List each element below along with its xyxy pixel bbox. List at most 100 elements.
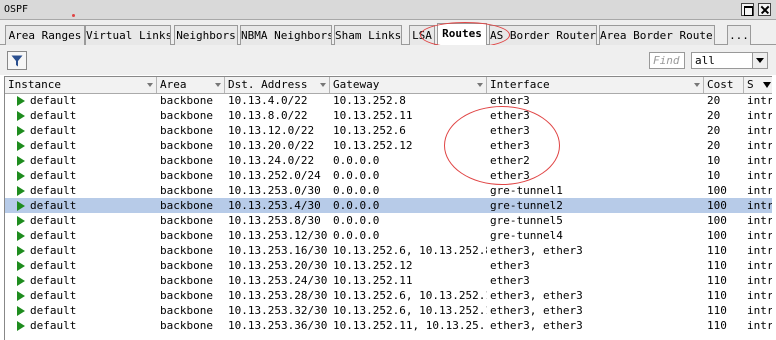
col-instance-cell: default — [30, 214, 77, 227]
col-cost-cell: 110 — [707, 289, 727, 302]
column-label: Interface — [490, 78, 550, 91]
column-label: Instance — [8, 78, 61, 91]
col-dst-address-cell: 10.13.252.0/24 — [228, 169, 321, 182]
col-interface-header[interactable]: Interface — [487, 77, 704, 93]
column-menu-icon[interactable] — [477, 83, 483, 87]
column-menu-icon[interactable] — [320, 83, 326, 87]
tab-sham-links[interactable]: Sham Links — [334, 25, 402, 45]
col-cost-cell: 20 — [707, 124, 721, 137]
status-play-icon — [17, 261, 25, 271]
table-row[interactable]: default backbone 10.13.253.24/30 10.13.252.… — [5, 273, 772, 288]
col-instance-cell: default — [30, 244, 77, 257]
table-row[interactable]: default backbone 10.13.12.0/22 10.13.252.6 e… — [5, 123, 772, 138]
status-play-icon — [17, 156, 25, 166]
tab-nbma-neighbors[interactable]: NBMA Neighbors — [240, 25, 332, 45]
filter-select[interactable]: all — [691, 52, 768, 69]
col-dst-address-cell: 10.13.20.0/22 — [228, 139, 315, 152]
column-menu-icon[interactable] — [215, 83, 221, 87]
col-cost-cell: 110 — [707, 304, 727, 317]
col-state-cell: intr — [747, 154, 772, 167]
col-area-cell: backbone — [160, 319, 213, 332]
col-state-cell: intr — [747, 124, 772, 137]
table-row[interactable]: default backbone 10.13.253.4/30 0.0.0.0 gre-… — [5, 198, 772, 213]
filter-select-value: all — [695, 54, 715, 67]
column-label: Gateway — [333, 78, 380, 91]
tab-neighbors[interactable]: Neighbors — [174, 25, 238, 45]
col-area-cell: backbone — [160, 139, 213, 152]
restore-button[interactable] — [741, 3, 754, 16]
col-instance-cell: default — [30, 139, 77, 152]
table-row[interactable]: default backbone 10.13.252.0/24 0.0.0.0 ethe… — [5, 168, 772, 183]
status-play-icon — [17, 141, 25, 151]
col-area-cell: backbone — [160, 304, 213, 317]
status-play-icon — [17, 291, 25, 301]
col-area-header[interactable]: Area — [157, 77, 225, 93]
col-dst-address-cell: 10.13.253.16/30 — [228, 244, 328, 257]
table-row[interactable]: default backbone 10.13.253.12/30 0.0.0.0 gre… — [5, 228, 772, 243]
col-cost-cell: 100 — [707, 199, 727, 212]
col-area-cell: backbone — [160, 244, 213, 257]
tab-virtual-links[interactable]: Virtual Links — [85, 25, 171, 45]
status-play-icon — [17, 171, 25, 181]
column-menu-icon[interactable] — [694, 83, 700, 87]
col-cost-cell: 100 — [707, 229, 727, 242]
col-dst-address-cell: 10.13.253.20/30 — [228, 259, 328, 272]
table-row[interactable]: default backbone 10.13.253.36/30 10.13.252.… — [5, 318, 772, 333]
find-input[interactable]: Find — [649, 52, 685, 69]
col-dst-address-cell: 10.13.253.28/30 — [228, 289, 328, 302]
col-dst-address-header[interactable]: Dst. Address — [225, 77, 330, 93]
table-row[interactable]: default backbone 10.13.253.0/30 0.0.0.0 gre-… — [5, 183, 772, 198]
col-dst-address-cell: 10.13.253.32/30 — [228, 304, 328, 317]
routes-table[interactable]: Instance Area Dst. Address Gateway Interface… — [4, 76, 772, 340]
column-label: Cost — [707, 78, 734, 91]
col-instance-cell: default — [30, 109, 77, 122]
col-dst-address-cell: 10.13.253.36/30 — [228, 319, 328, 332]
status-play-icon — [17, 186, 25, 196]
tab-area-ranges[interactable]: Area Ranges — [5, 25, 85, 45]
col-area-cell: backbone — [160, 214, 213, 227]
status-play-icon — [17, 201, 25, 211]
col-instance-cell: default — [30, 229, 77, 242]
filter-button[interactable] — [7, 51, 27, 70]
tab-more[interactable]: ... — [727, 25, 751, 45]
col-instance-cell: default — [30, 289, 77, 302]
close-button[interactable] — [758, 3, 771, 16]
table-row[interactable]: default backbone 10.13.24.0/22 0.0.0.0 ether… — [5, 153, 772, 168]
col-cost-cell: 100 — [707, 184, 727, 197]
table-row[interactable]: default backbone 10.13.253.28/30 10.13.252.… — [5, 288, 772, 303]
table-row[interactable]: default backbone 10.13.4.0/22 10.13.252.8 et… — [5, 93, 772, 108]
status-play-icon — [17, 96, 25, 106]
col-cost-cell: 110 — [707, 259, 727, 272]
col-area-cell: backbone — [160, 274, 213, 287]
column-menu-icon[interactable] — [147, 83, 153, 87]
sort-down-icon[interactable] — [763, 82, 771, 88]
chevron-down-icon[interactable] — [752, 53, 767, 68]
col-dst-address-cell: 10.13.253.8/30 — [228, 214, 321, 227]
col-area-cell: backbone — [160, 109, 213, 122]
col-area-cell: backbone — [160, 184, 213, 197]
col-cost-cell: 20 — [707, 109, 721, 122]
status-play-icon — [17, 231, 25, 241]
table-row[interactable]: default backbone 10.13.20.0/22 10.13.252.12… — [5, 138, 772, 153]
col-cost-header[interactable]: Cost — [704, 77, 744, 93]
table-row[interactable]: default backbone 10.13.253.20/30 10.13.252.… — [5, 258, 772, 273]
col-gateway-cell: 10.13.252.8 — [333, 94, 406, 107]
col-area-cell: backbone — [160, 124, 213, 137]
col-interface-cell: gre-tunnel1 — [490, 184, 563, 197]
col-state-cell: intr — [747, 199, 772, 212]
col-instance-header[interactable]: Instance — [5, 77, 157, 93]
col-dst-address-cell: 10.13.24.0/22 — [228, 154, 315, 167]
col-state-header[interactable]: S — [744, 77, 772, 93]
col-cost-cell: 10 — [707, 154, 721, 167]
col-interface-cell: ether3, ether3 — [490, 289, 583, 302]
col-interface-cell: gre-tunnel4 — [490, 229, 563, 242]
table-row[interactable]: default backbone 10.13.253.16/30 10.13.252.… — [5, 243, 772, 258]
filter-icon — [11, 55, 23, 67]
col-instance-cell: default — [30, 304, 77, 317]
tab-area-border-routers[interactable]: Area Border Routers — [599, 25, 715, 45]
col-gateway-header[interactable]: Gateway — [330, 77, 487, 93]
table-row[interactable]: default backbone 10.13.8.0/22 10.13.252.11 e… — [5, 108, 772, 123]
table-row[interactable]: default backbone 10.13.253.32/30 10.13.252.… — [5, 303, 772, 318]
column-label: Area — [160, 78, 187, 91]
table-row[interactable]: default backbone 10.13.253.8/30 0.0.0.0 gre-… — [5, 213, 772, 228]
